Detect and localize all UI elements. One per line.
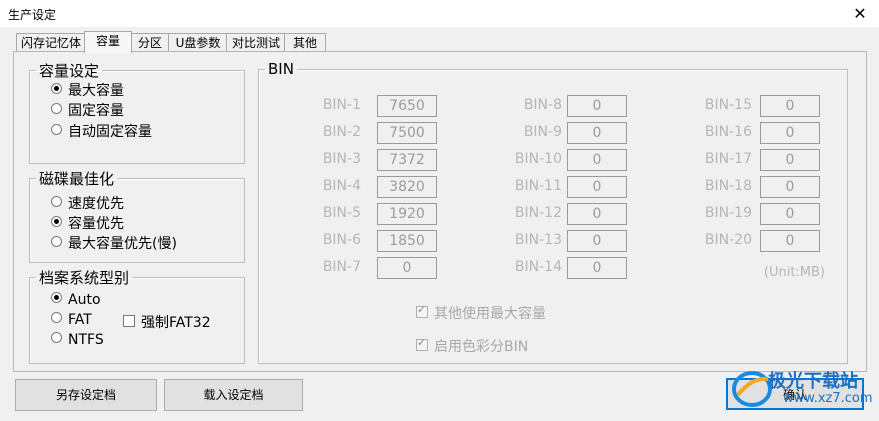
tab-partition[interactable]: 分区 [130,33,170,52]
load-settings-button[interactable]: 载入设定档 [164,379,303,411]
radio-icon [51,124,62,135]
bin-value-field[interactable]: 0 [760,230,820,252]
radio-icon [51,332,62,343]
bin-label: BIN-19 [704,205,752,221]
option-label: 固定容量 [68,103,124,119]
bin-label: BIN-5 [322,205,361,221]
bin-value-field[interactable]: 7500 [377,122,437,144]
bin-label: BIN-16 [704,124,752,140]
close-icon[interactable]: ✕ [841,0,879,27]
bin-value-field[interactable]: 0 [567,230,627,252]
radio-icon [51,103,62,114]
option-label: Auto [68,292,101,308]
option-label: 最大容量 [68,83,124,99]
capacity-option-max[interactable]: 最大容量 [51,80,124,100]
optimize-option-capacity[interactable]: 容量优先 [51,213,124,233]
filesystem-option-ntfs[interactable]: NTFS [51,332,104,348]
bin-value-field[interactable]: 0 [760,203,820,225]
bin-value-field[interactable]: 3820 [377,176,437,198]
bin-value-field[interactable]: 1920 [377,203,437,225]
checkbox-icon [416,303,428,318]
bin-value-field[interactable]: 0 [377,257,437,279]
radio-icon [51,83,62,94]
force-fat32-checkbox[interactable]: 强制FAT32 [123,312,211,332]
bin-label: BIN-17 [704,151,752,167]
unit-label: (Unit:MB) [763,265,825,280]
bin-label: BIN-3 [322,151,361,167]
bin-value-field[interactable]: 7650 [377,95,437,117]
option-label: NTFS [68,332,104,348]
bin-label: BIN-20 [704,232,752,248]
tab-capacity[interactable]: 容量 [84,31,132,53]
bin-value-field[interactable]: 0 [567,122,627,144]
watermark-text: 极光下载站 [768,371,858,392]
radio-icon [51,236,62,247]
bin-value-field[interactable]: 0 [567,176,627,198]
bin-value-field[interactable]: 0 [567,203,627,225]
tab-usb-params[interactable]: U盘参数 [168,33,228,52]
bin-label: BIN-4 [322,178,361,194]
bin-value-field[interactable]: 0 [567,149,627,171]
tab-compare-test[interactable]: 对比测试 [226,33,286,52]
bin-label: BIN-1 [322,97,361,113]
bin-label: BIN-10 [514,151,562,167]
save-settings-button[interactable]: 另存设定档 [15,379,157,411]
bin-value-field[interactable]: 0 [567,257,627,279]
option-label: 其他使用最大容量 [434,306,546,322]
use-max-other-checkbox[interactable]: 其他使用最大容量 [416,303,546,323]
bin-label: BIN-6 [322,232,361,248]
bin-label: BIN-2 [322,124,361,140]
bin-value-field[interactable]: 0 [760,176,820,198]
color-bin-checkbox[interactable]: 启用色彩分BIN [416,336,528,356]
tab-flash-memory[interactable]: 闪存记忆体 [16,33,86,52]
bin-label: BIN-9 [523,124,562,140]
checkbox-icon [123,315,135,327]
watermark-url: www.xz7.com [783,391,873,406]
bin-label: BIN-14 [514,259,562,275]
bin-value-field[interactable]: 0 [567,95,627,117]
option-label: 容量优先 [68,216,124,232]
bin-value-field[interactable]: 7372 [377,149,437,171]
option-label: 速度优先 [68,196,124,212]
capacity-option-fixed[interactable]: 固定容量 [51,100,124,120]
filesystem-option-auto[interactable]: Auto [51,292,101,308]
option-label: 强制FAT32 [141,315,211,331]
optimize-option-max-slow[interactable]: 最大容量优先(慢) [51,233,177,253]
optimize-legend: 磁碟最佳化 [39,170,115,188]
capacity-option-auto-fixed[interactable]: 自动固定容量 [51,121,152,141]
bin-label: BIN-18 [704,178,752,194]
option-label: 启用色彩分BIN [434,339,529,355]
optimize-option-speed[interactable]: 速度优先 [51,193,124,213]
bin-legend: BIN [268,60,294,78]
radio-icon [51,312,62,323]
bin-label: BIN-12 [514,205,562,221]
filesystem-legend: 档案系统型别 [39,269,130,287]
option-label: 自动固定容量 [68,124,152,140]
bin-value-field[interactable]: 1850 [377,230,437,252]
option-label: 最大容量优先(慢) [68,236,177,252]
bin-label: BIN-13 [514,232,562,248]
window-title: 生产设定 [8,8,57,22]
bin-value-field[interactable]: 0 [760,149,820,171]
bin-label: BIN-11 [514,178,562,194]
bin-label: BIN-15 [704,97,752,113]
checkbox-icon [416,336,428,351]
filesystem-option-fat[interactable]: FAT [51,312,92,328]
bin-value-field[interactable]: 0 [760,122,820,144]
bin-label: BIN-8 [523,97,562,113]
title-bar: 生产设定 ✕ [0,0,879,27]
radio-icon [51,292,62,303]
option-label: FAT [68,312,92,328]
radio-icon [51,196,62,207]
bin-label: BIN-7 [322,259,361,275]
watermark: 极光下载站 www.xz7.com [728,365,879,417]
capacity-legend: 容量设定 [39,62,100,80]
bin-value-field[interactable]: 0 [760,95,820,117]
tab-other[interactable]: 其他 [284,33,326,52]
radio-icon [51,216,62,227]
